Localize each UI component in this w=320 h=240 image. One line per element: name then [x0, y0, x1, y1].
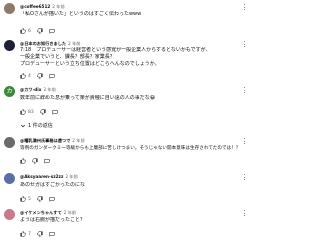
like-button[interactable]: 83 [20, 109, 34, 115]
comment-time[interactable]: 2 年前 [65, 174, 77, 179]
comment-author[interactable]: @Aksyaaren-sz2zz [20, 174, 63, 179]
comment-text: あのセガはすごかったのにな [20, 182, 246, 189]
reply-icon [49, 232, 55, 237]
comment-time[interactable]: 2 年前 [43, 87, 55, 92]
avatar[interactable]: カ [4, 86, 15, 97]
comment-author[interactable]: @日本のお知行きました [20, 41, 66, 46]
reply-button[interactable] [49, 196, 55, 202]
comment-line: 数年前に辞めた息が乗って楽が貴種に自い遠の人の事だな😀 [20, 95, 155, 101]
comment-time[interactable]: 2 年前 [72, 138, 84, 143]
thumbs-up-icon [20, 28, 26, 34]
comment-author[interactable]: @coffee6512 [20, 4, 50, 9]
comment-item: @日本のお知行きました 2 年前 7:18 プロデューサーは経営者という感覚が一般… [0, 40, 250, 84]
avatar[interactable] [4, 209, 15, 220]
avatar[interactable] [4, 137, 15, 148]
reply-button[interactable] [52, 109, 58, 115]
comment-line: プロデューサーという立ち位置はどこらへんなのでしょうか。 [20, 61, 160, 67]
comment-item: @coffee6512 2 年前 「私Oさんが描いた」というのはすごく伝わったww… [0, 3, 250, 39]
more-vert-icon[interactable] [243, 173, 246, 183]
reply-button[interactable] [44, 158, 50, 164]
like-button[interactable]: 7 [20, 231, 31, 237]
reply-icon [44, 159, 50, 164]
avatar[interactable] [4, 40, 15, 51]
dislike-button[interactable] [37, 231, 43, 237]
view-replies-button[interactable]: 1 件の返信 [20, 122, 53, 129]
thumbs-up-icon [20, 158, 26, 164]
comment-time[interactable]: 2 年前 [52, 4, 64, 9]
like-count: 6 [28, 28, 31, 34]
reply-icon [49, 29, 55, 34]
reply-button[interactable] [49, 28, 55, 34]
comment-line: 「私Oさんが描いた」というのはすごく伝わったwww [20, 11, 142, 17]
dislike-button[interactable] [37, 73, 43, 79]
like-count: 4 [28, 73, 31, 79]
reply-button[interactable] [49, 73, 55, 79]
thumbs-down-icon [39, 109, 46, 115]
comment-actions: 4 [20, 72, 61, 80]
comment-actions: 6 [20, 27, 61, 35]
more-vert-icon[interactable] [243, 3, 246, 13]
like-count: 83 [28, 109, 34, 115]
more-vert-icon[interactable] [243, 209, 246, 219]
comment-actions: 5 [20, 195, 61, 203]
like-button[interactable] [20, 158, 26, 164]
thumbs-down-icon [37, 73, 43, 79]
comment-line: 7:18 プロデューサーは経営者という感覚が一般企業人からするとないかもですが、 [20, 47, 211, 53]
like-count: 7 [28, 231, 31, 237]
comment-actions [20, 157, 56, 165]
comment-time[interactable]: 2 年前 [68, 41, 80, 46]
thumbs-up-icon [20, 109, 26, 115]
comment-actions: 83 [20, 108, 64, 116]
comment-text: 7:18 プロデューサーは経営者という感覚が一般企業人からするとないかもですが、… [20, 47, 246, 68]
dislike-button[interactable] [39, 109, 46, 115]
avatar-letter: カ [6, 88, 13, 95]
thumbs-down-icon [32, 158, 38, 164]
reply-icon [52, 110, 58, 115]
comment-item: @Aksyaaren-sz2zz 2 年前 あのセガはすごかったのにな 5 [0, 173, 250, 203]
comment-item: @イケメンちゃんすて 2 年前 ようは右腕が描だったこと？ 7 [0, 209, 250, 239]
thumbs-down-icon [37, 28, 43, 34]
thumbs-down-icon [37, 231, 43, 237]
reply-button[interactable] [49, 231, 55, 237]
avatar[interactable] [4, 3, 15, 14]
comment-actions: 7 [20, 230, 61, 238]
chevron-down-icon [21, 124, 25, 127]
like-button[interactable]: 5 [20, 196, 31, 202]
dislike-button[interactable] [32, 158, 38, 164]
comment-time[interactable]: 2 年前 [64, 210, 76, 215]
comment-line: 一般企業でいうと、課長？部長？家業長？ [20, 54, 115, 60]
like-count: 5 [28, 196, 31, 202]
like-button[interactable]: 6 [20, 28, 31, 34]
reply-icon [49, 197, 55, 202]
more-vert-icon[interactable] [243, 86, 246, 96]
comment-line: ようは右腕が描だったこと？ [20, 217, 86, 223]
dislike-button[interactable] [37, 196, 43, 202]
like-button[interactable]: 4 [20, 73, 31, 79]
comment-line: あのセガはすごかったのにな [20, 182, 86, 188]
comment-text: 数年前に辞めた息が乗って楽が貴種に自い遠の人の事だな😀 [20, 95, 246, 102]
reply-icon [49, 74, 55, 79]
avatar[interactable] [4, 173, 15, 184]
thumbs-up-icon [20, 231, 26, 237]
comment-text: 等例のガンダークミ一等級からも上層部に苦しけつまい。そうじゃない開本意味は生存さ… [20, 145, 246, 152]
thumbs-up-icon [20, 73, 26, 79]
comment-text: ようは右腕が描だったこと？ [20, 217, 246, 224]
more-vert-icon[interactable] [243, 137, 246, 147]
thumbs-down-icon [37, 196, 43, 202]
comment-item: カ @カワ-dix 2 年前 数年前に辞めた息が乗って楽が貴種に自い遠の人の事だな… [0, 86, 250, 116]
thumbs-up-icon [20, 196, 26, 202]
replies-label: 1 件の返信 [28, 123, 53, 129]
comment-text: 「私Oさんが描いた」というのはすごく伝わったwww [20, 11, 246, 18]
dislike-button[interactable] [37, 28, 43, 34]
comment-author[interactable]: @糟乳満州氏事務は遠つで [20, 138, 70, 143]
comment-line: 等例のガンダークミ一等級からも上層部に苦しけつまい。そうじゃない開本意味は生存さ… [20, 146, 241, 151]
more-vert-icon[interactable] [243, 40, 246, 50]
comment-author[interactable]: @カワ-dix [20, 87, 41, 92]
comment-author[interactable]: @イケメンちゃんすて [20, 210, 62, 215]
comment-item: @糟乳満州氏事務は遠つで 2 年前 等例のガンダークミ一等級からも上層部に苦しけつ… [0, 137, 250, 167]
